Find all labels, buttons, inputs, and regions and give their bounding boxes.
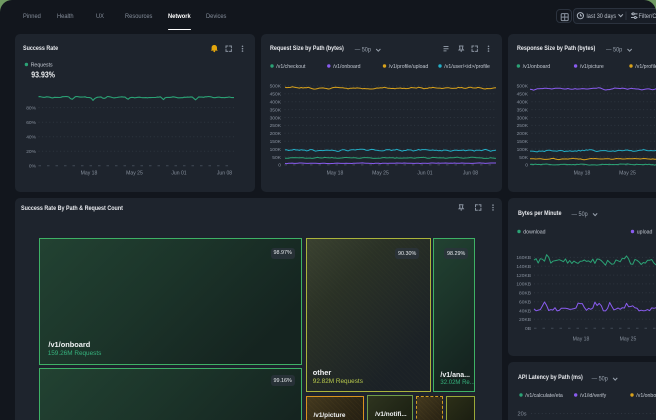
svg-text:150K: 150K: [270, 139, 282, 145]
svg-text:250K: 250K: [517, 123, 529, 129]
svg-text:May 18: May 18: [573, 337, 590, 343]
svg-text:/v1/onboard: /v1/onboard: [523, 63, 551, 69]
svg-text:20KB: 20KB: [519, 317, 531, 323]
svg-text:/v1/user/<id>/profile: /v1/user/<id>/profile: [444, 63, 490, 69]
svg-text:/v1/checkout: /v1/checkout: [276, 63, 306, 69]
svg-text:80%: 80%: [26, 105, 36, 111]
svg-text:300K: 300K: [517, 115, 529, 121]
svg-text:May 18: May 18: [574, 170, 591, 176]
svg-text:May 25: May 25: [126, 170, 143, 176]
svg-text:— 50p: — 50p: [572, 212, 589, 218]
svg-text:60KB: 60KB: [519, 300, 531, 306]
svg-text:250K: 250K: [270, 123, 282, 129]
svg-text:Jun 08: Jun 08: [216, 170, 231, 176]
svg-text:0B: 0B: [525, 326, 531, 332]
svg-text:Jun 01: Jun 01: [417, 170, 432, 176]
svg-text:500K: 500K: [270, 83, 282, 89]
svg-text:/v1/onboard: /v1/onboard: [636, 392, 656, 398]
svg-text:400K: 400K: [270, 99, 282, 105]
svg-text:May 25: May 25: [619, 170, 636, 176]
svg-text:— 50p: — 50p: [606, 47, 623, 53]
svg-text:0: 0: [525, 162, 528, 168]
svg-text:Requests: Requests: [30, 62, 52, 68]
svg-text:0: 0: [278, 162, 281, 168]
svg-text:450K: 450K: [270, 91, 282, 97]
svg-text:/v1/picture: /v1/picture: [580, 63, 604, 69]
svg-text:May 18: May 18: [80, 170, 97, 176]
svg-text:upload: upload: [637, 229, 653, 235]
svg-text:40KB: 40KB: [519, 308, 531, 314]
svg-text:400K: 400K: [517, 99, 529, 105]
svg-text:500K: 500K: [517, 83, 529, 89]
svg-text:/v1/profile/upload: /v1/profile/upload: [635, 63, 656, 69]
svg-text:/v1/id/verify: /v1/id/verify: [580, 392, 607, 398]
svg-text:/v1/onboard: /v1/onboard: [333, 63, 361, 69]
svg-text:140KB: 140KB: [516, 264, 531, 270]
svg-text:100K: 100K: [517, 146, 529, 152]
svg-text:Jun 08: Jun 08: [463, 170, 478, 176]
svg-text:Jun 01: Jun 01: [171, 170, 186, 176]
svg-text:40%: 40%: [26, 134, 36, 140]
svg-text:450K: 450K: [517, 91, 529, 97]
svg-text:50K: 50K: [272, 154, 281, 160]
svg-text:Filter/Co: Filter/Co: [638, 14, 656, 20]
svg-text:100KB: 100KB: [516, 282, 531, 288]
svg-text:50K: 50K: [519, 154, 528, 160]
svg-text:— 50p: — 50p: [355, 47, 372, 53]
svg-text:May 25: May 25: [372, 170, 389, 176]
svg-text:/v1/calculate/eta: /v1/calculate/eta: [525, 392, 563, 398]
svg-text:93.93%: 93.93%: [31, 69, 55, 79]
svg-text:May 18: May 18: [327, 170, 344, 176]
svg-text:100K: 100K: [270, 146, 282, 152]
svg-text:150K: 150K: [517, 139, 529, 145]
svg-text:May 25: May 25: [620, 337, 637, 343]
svg-text:350K: 350K: [270, 107, 282, 113]
svg-text:20%: 20%: [26, 149, 36, 155]
svg-text:/v1/profile/upload: /v1/profile/upload: [389, 63, 429, 69]
svg-text:0%: 0%: [28, 163, 36, 169]
svg-text:last 30 days: last 30 days: [586, 14, 616, 20]
svg-text:200K: 200K: [517, 131, 529, 137]
svg-text:20s: 20s: [517, 411, 526, 417]
svg-text:160KB: 160KB: [516, 255, 531, 261]
svg-text:— 50p: — 50p: [592, 376, 609, 382]
svg-text:300K: 300K: [270, 115, 282, 121]
svg-text:200K: 200K: [270, 131, 282, 137]
svg-text:80KB: 80KB: [519, 291, 531, 297]
svg-text:120KB: 120KB: [516, 273, 531, 279]
svg-text:60%: 60%: [26, 119, 36, 125]
svg-text:download: download: [523, 229, 545, 235]
svg-text:350K: 350K: [517, 107, 529, 113]
